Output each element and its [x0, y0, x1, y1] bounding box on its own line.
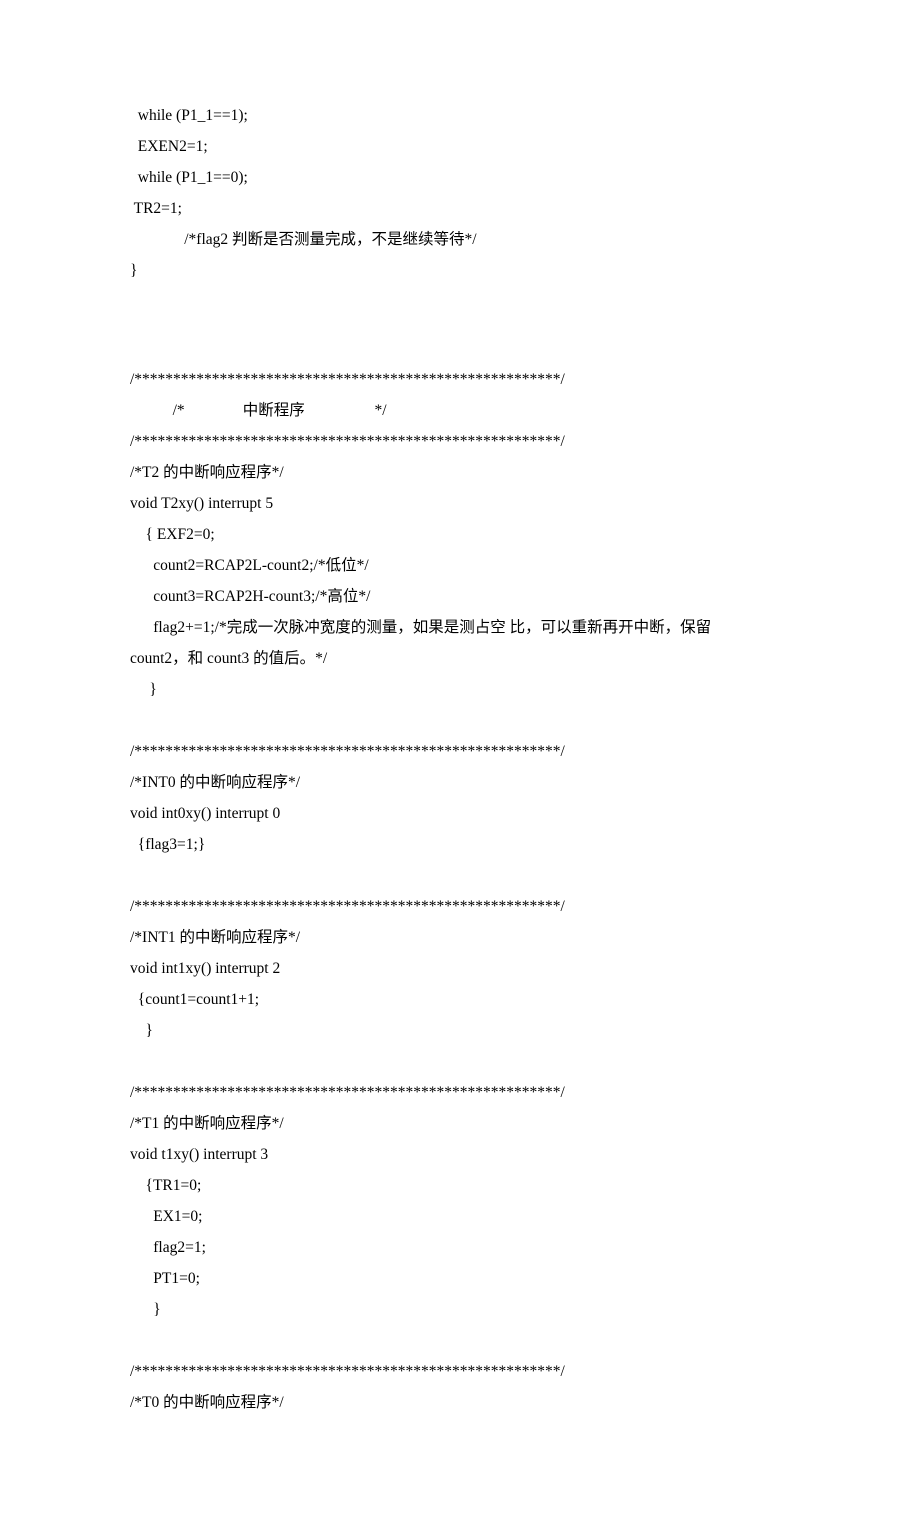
code-line: EXEN2=1;	[130, 131, 790, 162]
code-line: flag2=1;	[130, 1232, 790, 1263]
separator-line: /***************************************…	[130, 891, 790, 922]
code-line: EX1=0;	[130, 1201, 790, 1232]
code-line: }	[130, 1294, 790, 1325]
code-line: count2，和 count3 的值后。*/	[130, 643, 790, 674]
code-line: count2=RCAP2L-count2;/*低位*/	[130, 550, 790, 581]
code-line: }	[130, 1015, 790, 1046]
blank-space	[130, 705, 790, 736]
code-comment: /*INT1 的中断响应程序*/	[130, 922, 790, 953]
code-line: while (P1_1==1);	[130, 100, 790, 131]
code-line: {flag3=1;}	[130, 829, 790, 860]
code-line: void int0xy() interrupt 0	[130, 798, 790, 829]
code-line: { EXF2=0;	[130, 519, 790, 550]
code-line: TR2=1;	[130, 193, 790, 224]
code-line: }	[130, 674, 790, 705]
separator-line: /***************************************…	[130, 1077, 790, 1108]
code-line: PT1=0;	[130, 1263, 790, 1294]
code-comment: /*T0 的中断响应程序*/	[130, 1387, 790, 1418]
code-line: while (P1_1==0);	[130, 162, 790, 193]
blank-space	[130, 286, 790, 364]
separator-line: /***************************************…	[130, 426, 790, 457]
code-comment: /*INT0 的中断响应程序*/	[130, 767, 790, 798]
document-page: while (P1_1==1); EXEN2=1; while (P1_1==0…	[0, 0, 920, 1518]
code-line: void T2xy() interrupt 5	[130, 488, 790, 519]
blank-space	[130, 1046, 790, 1077]
separator-line: /***************************************…	[130, 364, 790, 395]
code-line: count3=RCAP2H-count3;/*高位*/	[130, 581, 790, 612]
code-comment: /*flag2 判断是否测量完成，不是继续等待*/	[130, 224, 790, 255]
code-comment: /*T2 的中断响应程序*/	[130, 457, 790, 488]
code-line: {count1=count1+1;	[130, 984, 790, 1015]
blank-space	[130, 860, 790, 891]
code-comment: /*T1 的中断响应程序*/	[130, 1108, 790, 1139]
separator-line: /***************************************…	[130, 1356, 790, 1387]
section-heading: /* 中断程序 */	[130, 395, 790, 426]
code-line: void t1xy() interrupt 3	[130, 1139, 790, 1170]
code-line: void int1xy() interrupt 2	[130, 953, 790, 984]
code-line: }	[130, 255, 790, 286]
code-line: flag2+=1;/*完成一次脉冲宽度的测量，如果是测占空 比，可以重新再开中断…	[130, 612, 790, 643]
code-line: {TR1=0;	[130, 1170, 790, 1201]
blank-space	[130, 1325, 790, 1356]
separator-line: /***************************************…	[130, 736, 790, 767]
